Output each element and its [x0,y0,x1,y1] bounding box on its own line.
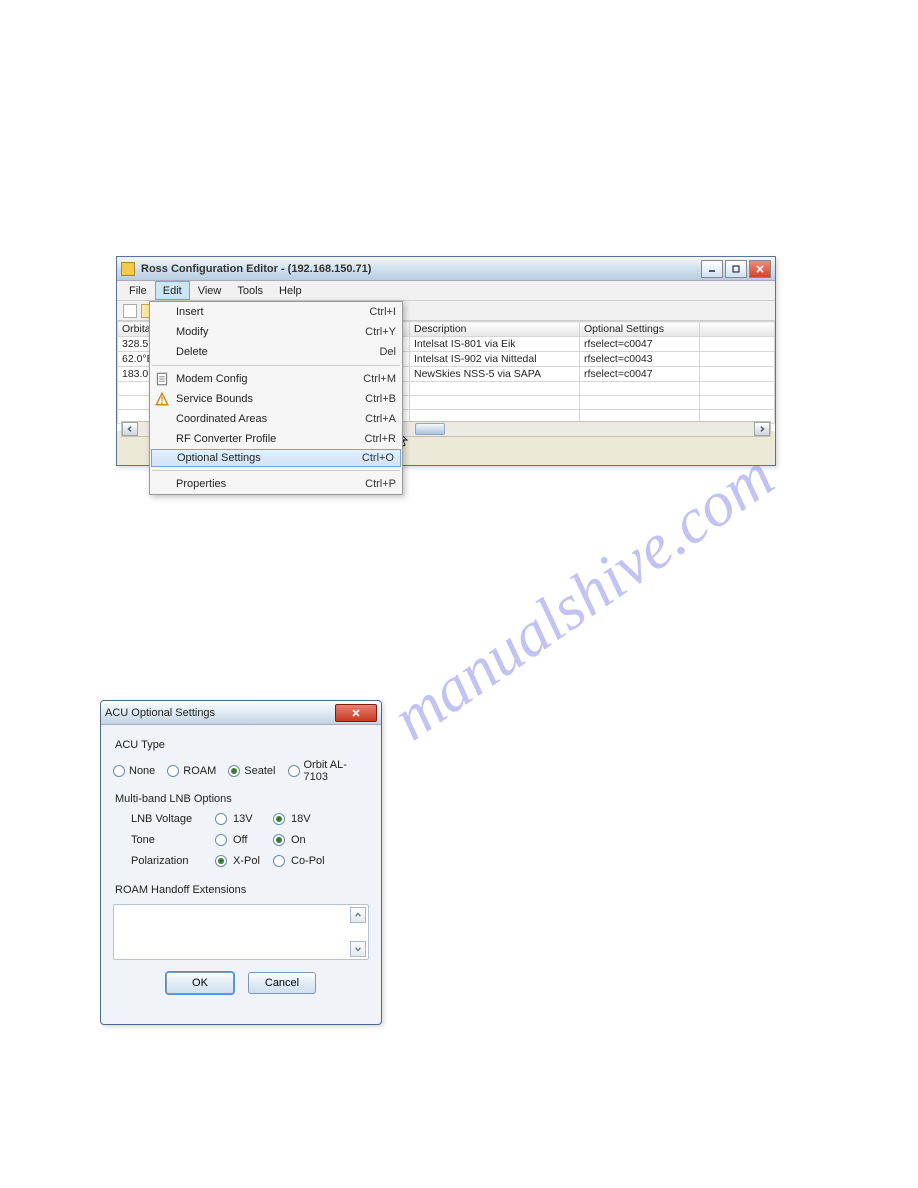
cell-opt: rfselect=c0047 [580,367,700,382]
menu-item-label: Properties [176,478,226,490]
radio-tone-on[interactable] [273,834,285,846]
menu-item-label: Modify [176,326,208,338]
menu-item-label: Modem Config [176,373,248,385]
radio-seatel-label: Seatel [244,765,275,777]
scroll-left-button[interactable] [122,422,138,436]
radio-copol-label: Co-Pol [291,855,325,867]
menu-shortcut: Ctrl+O [362,452,394,464]
list-down-button[interactable] [350,941,366,957]
menu-item-label: Insert [176,306,204,318]
cancel-button[interactable]: Cancel [248,972,316,994]
radio-orbit-label: Orbit AL-7103 [304,759,362,783]
radio-on-label: On [291,834,306,846]
new-file-icon[interactable] [123,304,137,318]
acu-optional-settings-dialog: ACU Optional Settings ACU Type None ROAM… [100,700,382,1025]
menu-item-optional-settings[interactable]: Optional Settings Ctrl+O [151,449,401,467]
tone-label: Tone [131,834,215,846]
close-button[interactable] [335,704,377,722]
menu-item-rf-converter-profile[interactable]: RF Converter Profile Ctrl+R [150,429,402,449]
radio-none-label: None [129,765,155,777]
titlebar[interactable]: ACU Optional Settings [101,701,381,725]
menu-shortcut: Ctrl+I [369,306,396,318]
lnb-voltage-label: LNB Voltage [131,813,215,825]
cell-desc: Intelsat IS-801 via Eik [410,337,580,352]
radio-seatel[interactable] [228,765,240,777]
ok-button[interactable]: OK [166,972,234,994]
lnb-options-label: Multi-band LNB Options [115,793,369,805]
cell-desc: NewSkies NSS-5 via SAPA [410,367,580,382]
menu-shortcut: Ctrl+Y [365,326,396,338]
scroll-right-button[interactable] [754,422,770,436]
menu-separator [152,470,400,471]
close-button[interactable] [749,260,771,278]
cell-desc: Intelsat IS-902 via Nittedal [410,352,580,367]
menu-edit[interactable]: Edit [155,281,190,300]
roam-handoff-list[interactable] [113,904,369,960]
radio-13v-label: 13V [233,813,253,825]
radio-xpol-label: X-Pol [233,855,260,867]
menu-shortcut: Ctrl+P [365,478,396,490]
radio-roam-label: ROAM [183,765,216,777]
cell-opt: rfselect=c0047 [580,337,700,352]
menu-item-service-bounds[interactable]: Service Bounds Ctrl+B [150,389,402,409]
watermark-text: manualshive.com [379,439,787,756]
menu-shortcut: Ctrl+A [365,413,396,425]
radio-none[interactable] [113,765,125,777]
polarization-label: Polarization [131,855,215,867]
radio-13v[interactable] [215,813,227,825]
warning-triangle-icon [154,391,170,407]
roam-handoff-label: ROAM Handoff Extensions [115,884,369,896]
menu-shortcut: Ctrl+R [365,433,396,445]
menubar: File Edit View Tools Help [117,281,775,301]
maximize-button[interactable] [725,260,747,278]
menu-item-coordinated-areas[interactable]: Coordinated Areas Ctrl+A [150,409,402,429]
menu-item-label: RF Converter Profile [176,433,276,445]
menu-shortcut: Ctrl+M [363,373,396,385]
radio-copol[interactable] [273,855,285,867]
menu-file[interactable]: File [121,281,155,300]
menu-help[interactable]: Help [271,281,310,300]
radio-18v-label: 18V [291,813,311,825]
radio-xpol[interactable] [215,855,227,867]
menu-item-modem-config[interactable]: Modem Config Ctrl+M [150,369,402,389]
menu-item-label: Optional Settings [177,452,261,464]
menu-item-label: Delete [176,346,208,358]
cell-opt: rfselect=c0043 [580,352,700,367]
acu-type-group: None ROAM Seatel Orbit AL-7103 [113,759,369,783]
list-up-button[interactable] [350,907,366,923]
menu-view[interactable]: View [190,281,230,300]
menu-separator [152,365,400,366]
col-description[interactable]: Description [410,322,580,337]
radio-18v[interactable] [273,813,285,825]
acu-type-label: ACU Type [115,739,369,751]
window-title: Ross Configuration Editor - (192.168.150… [141,263,701,275]
radio-off-label: Off [233,834,247,846]
menu-shortcut: Ctrl+B [365,393,396,405]
radio-orbit[interactable] [288,765,300,777]
page-icon [154,371,170,387]
minimize-button[interactable] [701,260,723,278]
scroll-thumb[interactable] [415,423,445,435]
menu-item-properties[interactable]: Properties Ctrl+P [150,474,402,494]
menu-item-delete[interactable]: Delete Del [150,342,402,362]
titlebar[interactable]: Ross Configuration Editor - (192.168.150… [117,257,775,281]
menu-item-label: Coordinated Areas [176,413,267,425]
ross-config-editor-window: Ross Configuration Editor - (192.168.150… [116,256,776,466]
menu-item-modify[interactable]: Modify Ctrl+Y [150,322,402,342]
radio-roam[interactable] [167,765,179,777]
radio-tone-off[interactable] [215,834,227,846]
app-icon [121,262,135,276]
menu-shortcut: Del [379,346,396,358]
col-optional-settings[interactable]: Optional Settings [580,322,700,337]
menu-tools[interactable]: Tools [229,281,271,300]
lnb-options-grid: LNB Voltage 13V 18V Tone Off On Polariza… [131,813,369,867]
menu-item-label: Service Bounds [176,393,253,405]
dialog-title: ACU Optional Settings [105,707,335,719]
menu-item-insert[interactable]: Insert Ctrl+I [150,302,402,322]
edit-menu-dropdown: Insert Ctrl+I Modify Ctrl+Y Delete Del M… [149,301,403,495]
